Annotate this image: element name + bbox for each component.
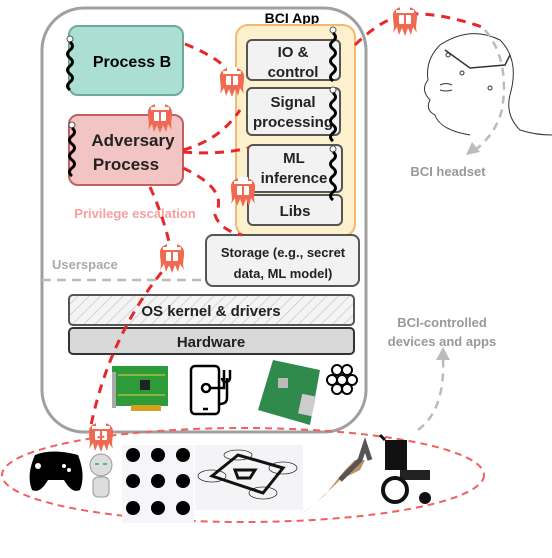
bci-threat-diagram: Userspace Process B Adversary Process Pr… — [1, 6, 552, 523]
gamepad-icon — [29, 451, 83, 491]
drone-icon — [195, 445, 303, 510]
hardware-label: Hardware — [177, 334, 245, 351]
devices-label-line2: devices and apps — [388, 334, 496, 349]
headset-label: BCI headset — [410, 164, 486, 179]
attacker-icon — [392, 6, 418, 36]
robot-icon — [89, 453, 113, 498]
head-with-headset-icon — [424, 33, 552, 136]
sp-line1: Signal — [270, 94, 315, 111]
libs-label: Libs — [280, 203, 311, 220]
raspberry-pi-logo-icon — [326, 364, 358, 395]
storage: Storage (e.g., secret data, ML model) — [205, 234, 360, 287]
process-b: Process B — [65, 25, 184, 96]
ml-line1: ML — [283, 150, 305, 167]
emotion-heads-icon — [122, 445, 194, 523]
userspace-label: Userspace — [52, 257, 118, 272]
eeg-board-icon — [112, 366, 168, 411]
privilege-escalation-label: Privilege escalation — [74, 206, 195, 221]
process-b-label: Process B — [93, 54, 171, 71]
devices-arrow — [417, 359, 445, 432]
bci-app-title: BCI App — [265, 10, 320, 26]
sp-line2: processing — [253, 114, 333, 131]
wheelchair-icon — [378, 433, 431, 504]
adversary-line1: Adversary — [91, 131, 175, 150]
io-line1: IO & — [278, 44, 309, 61]
ml-line2: inference — [261, 170, 328, 187]
adversary-line2: Process — [93, 155, 159, 174]
devices-label-line1: BCI-controlled — [397, 315, 487, 330]
storage-line2: data, ML model) — [234, 266, 333, 281]
prosthetic-arm-icon — [300, 437, 373, 515]
io-line2: control — [268, 64, 319, 81]
storage-line1: Storage (e.g., secret — [221, 245, 346, 260]
os-kernel-label: OS kernel & drivers — [141, 303, 280, 320]
